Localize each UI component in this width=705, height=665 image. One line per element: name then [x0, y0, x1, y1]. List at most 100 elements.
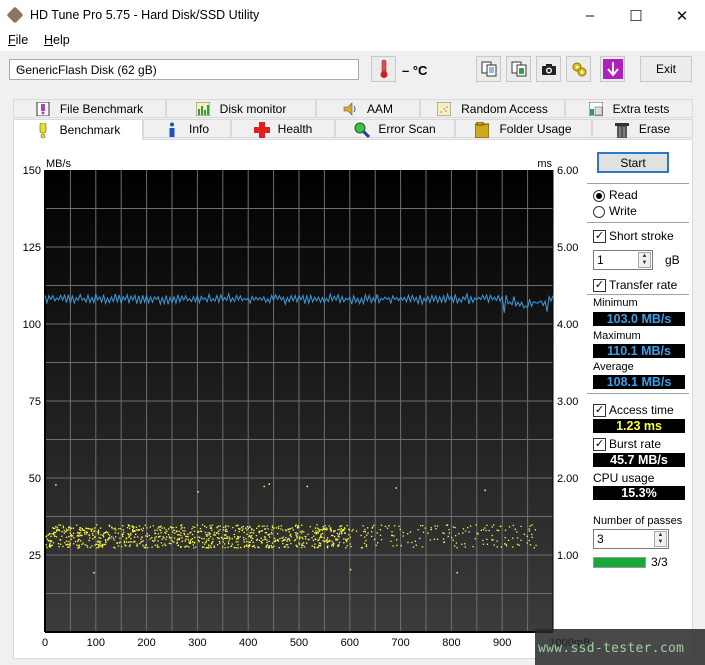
access-time-point — [314, 527, 316, 529]
burst-rate-checkbox[interactable]: ✓ — [593, 438, 606, 451]
access-time-point — [151, 537, 153, 539]
access-time-point — [61, 531, 63, 533]
access-time-point — [170, 526, 173, 528]
access-time-point — [373, 524, 375, 526]
spin-arrows[interactable]: ▲ ▼ — [654, 531, 667, 547]
access-time-point — [175, 526, 177, 528]
access-time-point — [260, 537, 262, 539]
access-time-point — [402, 531, 404, 534]
access-time-point — [488, 529, 490, 532]
access-time-point — [191, 528, 193, 530]
access-time-checkbox[interactable]: ✓ — [593, 404, 606, 417]
access-time-point — [396, 544, 398, 547]
access-time-point — [68, 540, 70, 543]
short-stroke-input[interactable]: 1 ▲ ▼ — [593, 250, 653, 270]
access-time-point — [379, 534, 382, 536]
access-time-point — [235, 541, 237, 543]
access-time-point — [296, 546, 298, 548]
transfer-rate-checkbox[interactable]: ✓ — [593, 279, 606, 292]
tab-benchmark[interactable]: Benchmark — [13, 119, 143, 140]
access-time-point — [72, 532, 75, 534]
cpu-usage-label: CPU usage — [593, 471, 655, 485]
access-time-point — [262, 539, 264, 541]
access-time-point — [235, 538, 238, 540]
access-time-point — [64, 531, 67, 533]
access-time-point — [145, 535, 147, 537]
access-time-point — [123, 540, 126, 542]
access-time-point — [120, 528, 122, 530]
access-time-point — [159, 535, 161, 537]
access-time-point — [345, 539, 347, 541]
access-time-point — [227, 546, 229, 548]
access-time-point — [430, 529, 432, 531]
access-time-point — [198, 541, 200, 543]
x-tick-label: 200 — [137, 637, 155, 649]
y-axis-right-label: ms — [537, 158, 552, 170]
access-time-point — [199, 527, 202, 530]
passes-input[interactable]: 3 ▲ ▼ — [593, 529, 669, 549]
access-time-point — [285, 530, 287, 532]
access-time-point — [164, 531, 166, 534]
access-time-point — [212, 541, 214, 543]
access-time-point — [103, 543, 105, 545]
start-button[interactable]: Start — [597, 152, 669, 173]
access-time-point — [448, 529, 450, 531]
access-time-point — [273, 545, 275, 548]
access-time-point — [62, 545, 64, 548]
divider — [587, 294, 689, 295]
access-time-point — [305, 538, 307, 540]
access-time-point — [301, 532, 303, 534]
access-time-point — [157, 533, 159, 535]
access-time-point — [142, 544, 144, 546]
access-time-point — [306, 542, 308, 544]
spin-arrows[interactable]: ▲ ▼ — [638, 252, 651, 268]
read-radio[interactable] — [593, 190, 605, 202]
access-time-point — [281, 540, 283, 542]
access-time-point — [398, 525, 400, 527]
access-time-point — [160, 542, 163, 544]
access-time-point — [246, 540, 248, 543]
access-time-point — [336, 532, 338, 535]
short-stroke-checkbox[interactable]: ✓ — [593, 230, 606, 243]
access-time-point — [482, 529, 484, 531]
access-time-point — [201, 546, 204, 548]
access-time-point — [316, 527, 318, 529]
access-time-point — [224, 526, 227, 528]
access-time-point — [178, 538, 180, 540]
access-time-point — [227, 525, 230, 527]
access-time-point — [205, 526, 208, 529]
access-time-point — [337, 529, 339, 531]
access-time-point — [57, 543, 60, 545]
access-time-point — [157, 527, 159, 529]
access-time-point — [454, 526, 456, 529]
access-time-point — [287, 537, 289, 540]
access-time-outlier — [306, 485, 309, 488]
access-time-point — [96, 524, 98, 526]
access-time-point — [201, 524, 204, 526]
access-time-point — [271, 542, 274, 544]
access-time-point — [249, 532, 252, 534]
access-time-point — [81, 543, 83, 546]
access-time-point — [251, 535, 253, 537]
access-time-point — [334, 536, 336, 538]
access-time-point — [443, 532, 445, 535]
access-time-point — [218, 533, 220, 535]
access-time-point — [317, 531, 319, 533]
access-time-point — [165, 529, 167, 531]
access-time-point — [264, 532, 266, 534]
y-left-tick-label: 100 — [23, 319, 41, 331]
access-time-point — [120, 546, 123, 548]
access-time-point — [68, 526, 70, 528]
access-time-point — [89, 537, 91, 539]
access-time-point — [523, 533, 525, 535]
access-time-point — [128, 545, 131, 547]
access-time-point — [277, 527, 280, 530]
access-time-point — [54, 527, 56, 529]
access-time-point — [46, 546, 48, 549]
access-time-point — [231, 543, 233, 545]
access-time-point — [84, 544, 86, 546]
access-time-point — [295, 544, 297, 546]
access-time-point — [116, 542, 118, 544]
write-radio[interactable] — [593, 206, 605, 218]
access-time-point — [223, 526, 225, 529]
